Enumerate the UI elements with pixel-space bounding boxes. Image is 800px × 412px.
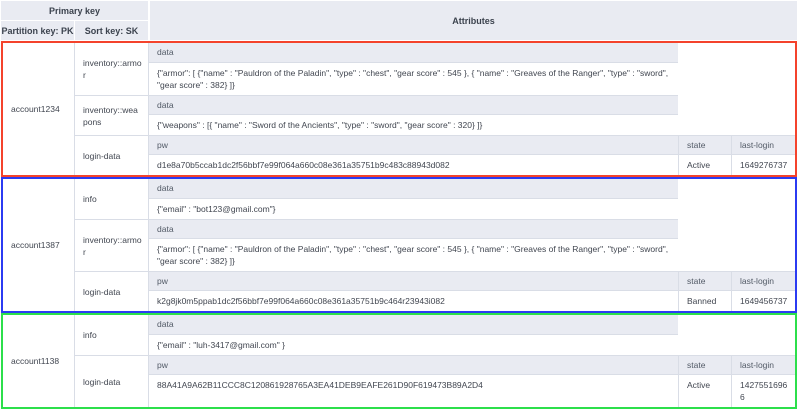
table-header: Primary key Partition key: PK Sort key: … xyxy=(1,1,797,40)
attr-value-row: {"weapons" : [{ "name" : "Sword of the A… xyxy=(149,114,795,135)
spacer xyxy=(678,95,795,114)
partition-sections: account1234 inventory::armor data {"armo… xyxy=(1,41,797,409)
pk-cell: account1234 xyxy=(3,43,75,175)
attr-value-row: {"email" : "luh-3417@gmail.com" } xyxy=(149,334,795,355)
data-header-cell: data xyxy=(149,179,678,198)
attr-value-row: d1e8a70b5ccab1dc2f56bbf7e99f064a660c08e3… xyxy=(149,154,795,175)
spacer xyxy=(678,114,795,135)
pw-value-cell: k2g8jk0m5ppab1dc2f56bbf7e99f064a660c08e3… xyxy=(149,290,678,311)
item-row: login-data pw state last-login k2g8jk0m5… xyxy=(75,271,795,311)
spacer xyxy=(678,43,795,62)
attr-area: data {"armor": [ {"name" : "Pauldron of … xyxy=(149,43,795,95)
attr-header-row: data xyxy=(149,315,795,334)
attr-area: pw state last-login k2g8jk0m5ppab1dc2f56… xyxy=(149,271,795,311)
attr-header-row: data xyxy=(149,179,795,198)
spacer xyxy=(678,219,795,238)
state-value-cell: Banned xyxy=(678,290,731,311)
pk-cell: account1387 xyxy=(3,179,75,311)
partition-section: account1387 info data {"email" : "bot123… xyxy=(1,177,797,313)
item-row: inventory::armor data {"armor": [ {"name… xyxy=(75,43,795,95)
attr-area: data {"email" : "bot123@gmail.com"} xyxy=(149,179,795,219)
attr-area: pw state last-login 88A41A9A62B11CCC8C12… xyxy=(149,355,795,407)
attr-value-row: 88A41A9A62B11CCC8C120861928765A3EA41DEB9… xyxy=(149,374,795,407)
pw-value-cell: 88A41A9A62B11CCC8C120861928765A3EA41DEB9… xyxy=(149,374,678,407)
partition-section: account1234 inventory::armor data {"armo… xyxy=(1,41,797,177)
attr-header-row: data xyxy=(149,219,795,238)
state-value-cell: Active xyxy=(678,154,731,175)
spacer xyxy=(678,198,795,219)
last-login-value-cell: 1649456737 xyxy=(731,290,795,311)
state-header-cell: state xyxy=(678,271,731,290)
spacer xyxy=(678,334,795,355)
data-value-cell: {"email" : "bot123@gmail.com"} xyxy=(149,198,678,219)
sk-cell: login-data xyxy=(75,271,149,311)
sk-rows: info data {"email" : "bot123@gmail.com"}… xyxy=(75,179,795,311)
sk-cell: inventory::armor xyxy=(75,43,149,95)
spacer xyxy=(678,62,795,95)
attr-area: data {"armor": [ {"name" : "Pauldron of … xyxy=(149,219,795,271)
pw-value-cell: d1e8a70b5ccab1dc2f56bbf7e99f064a660c08e3… xyxy=(149,154,678,175)
state-header-cell: state xyxy=(678,135,731,154)
sk-rows: info data {"email" : "luh-3417@gmail.com… xyxy=(75,315,795,407)
pk-cell: account1138 xyxy=(3,315,75,407)
pw-header-cell: pw xyxy=(149,271,678,290)
last-login-header-cell: last-login xyxy=(731,135,795,154)
last-login-header-cell: last-login xyxy=(731,355,795,374)
attr-header-row: pw state last-login xyxy=(149,355,795,374)
last-login-value-cell: 1649276737 xyxy=(731,154,795,175)
attr-header-row: data xyxy=(149,95,795,114)
data-header-cell: data xyxy=(149,95,678,114)
item-row: inventory::armor data {"armor": [ {"name… xyxy=(75,219,795,271)
item-row: login-data pw state last-login d1e8a70b5… xyxy=(75,135,795,175)
attributes-header: Attributes xyxy=(150,1,797,40)
data-model-table: Primary key Partition key: PK Sort key: … xyxy=(0,0,797,409)
sk-rows: inventory::armor data {"armor": [ {"name… xyxy=(75,43,795,175)
data-header-cell: data xyxy=(149,43,678,62)
attr-value-row: {"armor": [ {"name" : "Pauldron of the P… xyxy=(149,238,795,271)
sk-cell: info xyxy=(75,315,149,355)
partition-key-header: Partition key: PK xyxy=(1,21,74,40)
spacer xyxy=(678,238,795,271)
last-login-value-cell: 14275516966 xyxy=(731,374,795,407)
data-header-cell: data xyxy=(149,219,678,238)
attr-header-row: pw state last-login xyxy=(149,271,795,290)
attr-value-row: {"email" : "bot123@gmail.com"} xyxy=(149,198,795,219)
attr-value-row: {"armor": [ {"name" : "Pauldron of the P… xyxy=(149,62,795,95)
data-value-cell: {"armor": [ {"name" : "Pauldron of the P… xyxy=(149,62,678,95)
data-value-cell: {"weapons" : [{ "name" : "Sword of the A… xyxy=(149,114,678,135)
pw-header-cell: pw xyxy=(149,355,678,374)
state-value-cell: Active xyxy=(678,374,731,407)
sk-cell: info xyxy=(75,179,149,219)
last-login-header-cell: last-login xyxy=(731,271,795,290)
attr-area: data {"weapons" : [{ "name" : "Sword of … xyxy=(149,95,795,135)
primary-key-header: Primary key xyxy=(1,1,148,20)
data-header-cell: data xyxy=(149,315,678,334)
item-row: login-data pw state last-login 88A41A9A6… xyxy=(75,355,795,407)
data-value-cell: {"armor": [ {"name" : "Pauldron of the P… xyxy=(149,238,678,271)
spacer xyxy=(678,315,795,334)
item-row: info data {"email" : "luh-3417@gmail.com… xyxy=(75,315,795,355)
key-subheaders: Partition key: PK Sort key: SK xyxy=(1,21,148,40)
state-header-cell: state xyxy=(678,355,731,374)
attr-header-row: pw state last-login xyxy=(149,135,795,154)
sort-key-header: Sort key: SK xyxy=(75,21,148,40)
primary-key-header-group: Primary key Partition key: PK Sort key: … xyxy=(1,1,148,40)
sk-cell: login-data xyxy=(75,355,149,407)
data-value-cell: {"email" : "luh-3417@gmail.com" } xyxy=(149,334,678,355)
sk-cell: login-data xyxy=(75,135,149,175)
attr-area: data {"email" : "luh-3417@gmail.com" } xyxy=(149,315,795,355)
pw-header-cell: pw xyxy=(149,135,678,154)
attr-value-row: k2g8jk0m5ppab1dc2f56bbf7e99f064a660c08e3… xyxy=(149,290,795,311)
item-row: info data {"email" : "bot123@gmail.com"} xyxy=(75,179,795,219)
attr-area: pw state last-login d1e8a70b5ccab1dc2f56… xyxy=(149,135,795,175)
sk-cell: inventory::armor xyxy=(75,219,149,271)
spacer xyxy=(678,179,795,198)
attr-header-row: data xyxy=(149,43,795,62)
item-row: inventory::weapons data {"weapons" : [{ … xyxy=(75,95,795,135)
partition-section: account1138 info data {"email" : "luh-34… xyxy=(1,313,797,409)
sk-cell: inventory::weapons xyxy=(75,95,149,135)
